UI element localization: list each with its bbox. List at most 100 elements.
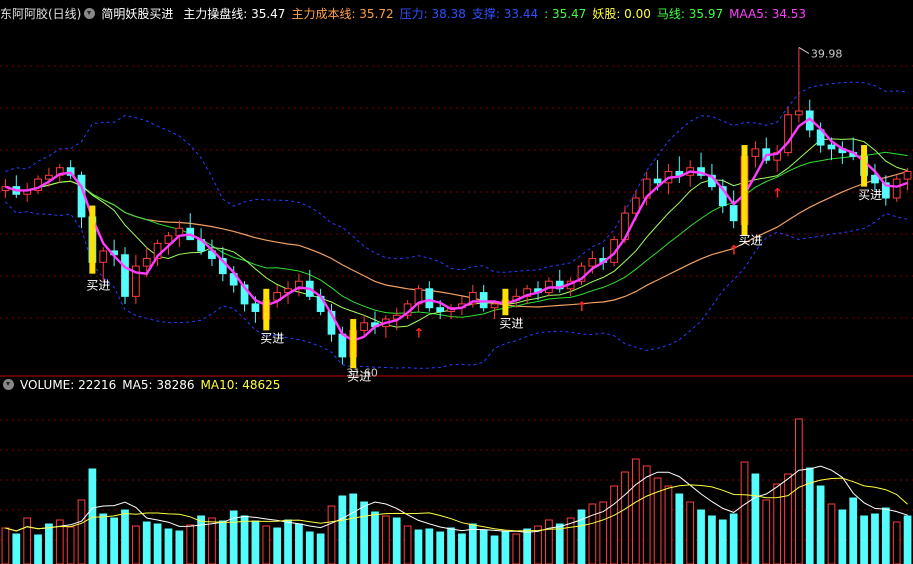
volume-bar-13 [142,521,151,564]
candle-body-11 [121,254,129,297]
candle-body-13 [142,258,151,267]
volume-bar-32 [349,493,358,564]
volume-legend-item-0: VOLUME: 22216 [20,378,117,392]
volume-bar-2 [23,517,32,564]
indicator-dropdown-icon[interactable] [84,8,96,19]
up-arrow-1: ↑ [576,300,587,315]
volume-bar-57 [621,471,629,564]
volume-bar-50 [545,519,553,564]
volume-bar-36 [392,517,401,564]
high-price-label: 39.98 [811,47,843,60]
legend-item-6: 马线: 35.97 [656,7,724,21]
volume-bar-58 [631,458,640,564]
volume-bar-70 [762,499,771,564]
volume-bar-62 [675,493,684,564]
legend-item-3: 支撑: 33.44 [471,7,539,21]
volume-bar-26 [284,519,292,564]
volume-bar-3 [34,534,42,564]
buy-signal-bar-4 [741,145,748,236]
candlestick-chart[interactable]: 买进买进买进买进买进买进↑↑↑↑39.9831.60 [0,0,913,564]
candle-body-60 [653,178,662,184]
buy-signal-bar-3 [502,288,509,316]
volume-bar-72 [784,473,792,564]
volume-bar-20 [218,520,227,564]
volume-bar-76 [827,503,836,564]
volume-bar-61 [664,485,673,564]
legend-item-7: MAA5: 34.53 [729,7,807,21]
volume-bar-7 [77,499,86,564]
volume-bar-29 [316,533,325,564]
high-label-pointer [798,47,810,54]
volume-bar-0 [1,527,10,564]
operate-line [5,138,908,328]
volume-bar-69 [751,473,760,564]
volume-bar-41 [447,527,455,564]
pressure-band-line [5,81,908,273]
legend-item-5: 妖股: 0.00 [592,7,651,21]
volume-bar-56 [610,485,618,564]
volume-bar-12 [131,525,140,564]
volume-bar-28 [305,531,314,564]
volume-dropdown-icon[interactable] [3,379,14,390]
volume-bar-68 [740,461,749,564]
candle-body-82 [892,178,901,199]
volume-bar-63 [686,501,695,564]
buy-signal-bar-5 [861,145,868,187]
volume-bar-31 [338,495,347,564]
stock-name: 东阿阿胶(日线) [0,7,82,21]
volume-legend-item-1: MA5: 38286 [122,378,195,392]
volume-bar-67 [729,513,738,564]
volume-bar-8 [88,468,97,564]
volume-bar-81 [881,507,890,564]
volume-bar-39 [425,528,434,564]
volume-bar-27 [295,523,303,564]
volume-bar-4 [45,523,53,564]
volume-bar-82 [892,521,901,564]
volume-bar-10 [110,517,118,564]
volume-bar-6 [66,526,75,564]
buy-signal-bar-2 [350,319,357,369]
volume-bar-1 [12,533,21,564]
candle-body-54 [588,258,597,267]
volume-bar-54 [588,503,597,564]
volume-bar-24 [262,525,271,564]
low-price-label: 31.60 [346,366,378,379]
buy-signal-label-4: 买进 [739,233,763,247]
volume-bar-35 [381,515,390,564]
volume-bar-44 [479,529,488,564]
volume-bar-38 [414,529,423,564]
volume-bar-64 [697,509,705,564]
volume-legend-item-2: MA10: 48625 [200,378,281,392]
volume-bar-47 [512,533,521,564]
volume-bar-33 [360,501,368,564]
legend-item-2: 压力: 38.38 [399,7,466,21]
candle-body-33 [360,322,368,331]
volume-bar-9 [99,513,108,564]
candle-body-76 [827,144,836,150]
volume-bar-11 [121,509,129,564]
volume-bar-73 [795,418,803,564]
volume-bar-66 [718,519,727,564]
volume-bar-34 [371,511,379,564]
up-arrow-3: ↑ [772,187,783,202]
volume-bar-16 [175,530,184,564]
candle-body-69 [751,148,760,157]
volume-panel-header: VOLUME: 22216 MA5: 38286 MA10: 48625 [0,376,292,394]
support-band-line [5,201,908,369]
buy-signal-bar-1 [263,288,270,331]
buy-signal-label-1: 买进 [260,332,284,346]
volume-bar-75 [816,485,825,564]
volume-bar-59 [642,465,651,564]
volume-bar-15 [164,528,173,564]
volume-bar-45 [490,535,499,564]
volume-bar-79 [860,515,868,564]
legend-item-4: : 35.47 [544,7,587,21]
candle-body-39 [425,288,434,309]
candle-body-23 [251,303,260,312]
volume-bar-25 [273,527,282,564]
legend-item-1: 主力成本线: 35.72 [291,7,394,21]
candle-body-67 [729,205,738,222]
volume-bar-51 [555,523,564,564]
volume-bar-52 [566,517,575,564]
candle-body-72 [784,114,792,154]
